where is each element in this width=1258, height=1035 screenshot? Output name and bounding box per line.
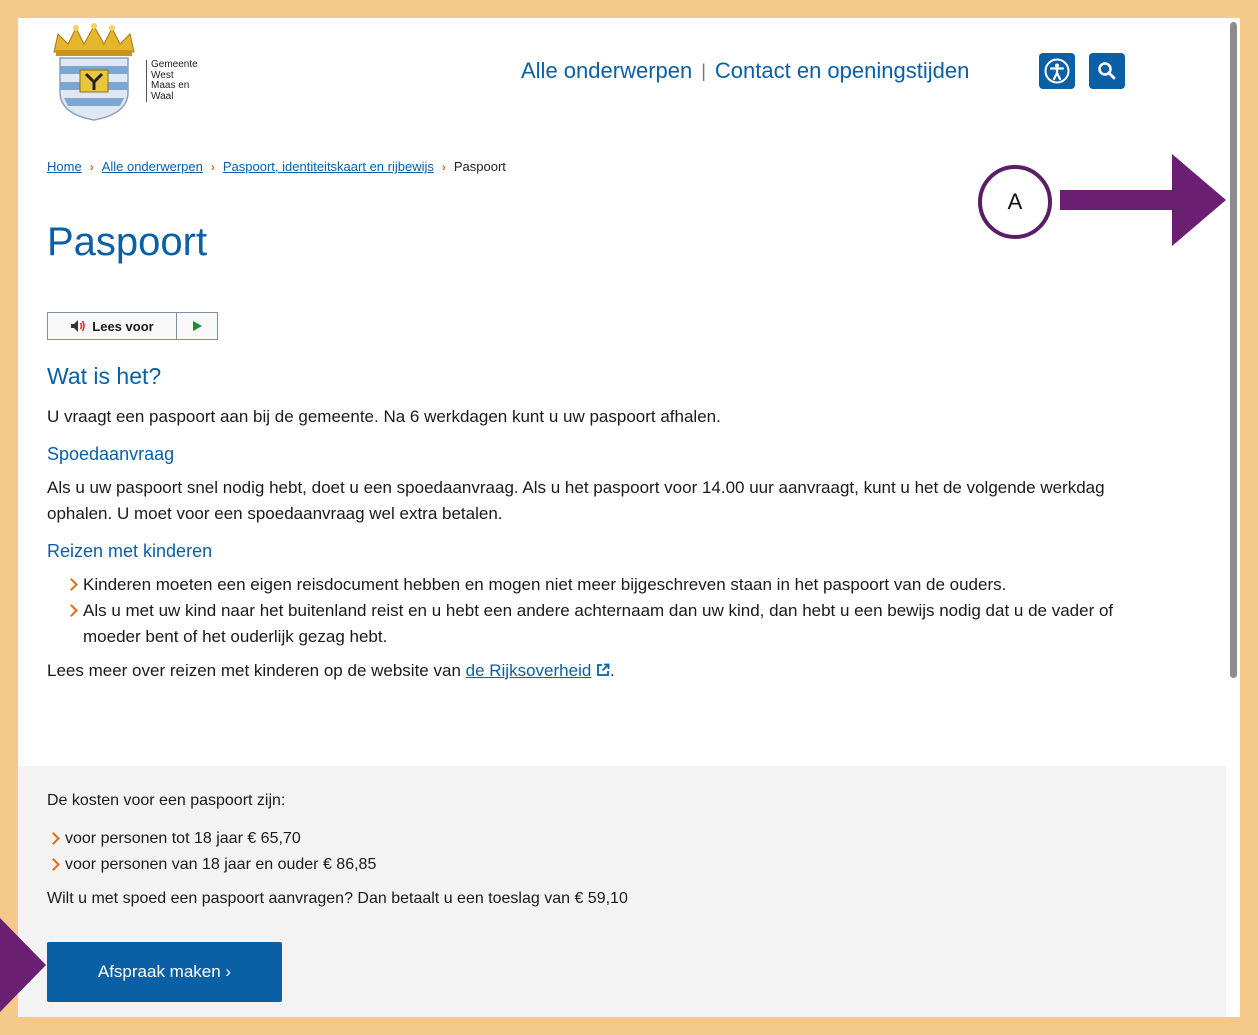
make-appointment-button[interactable]: Afspraak maken ›: [47, 942, 282, 1002]
list-item: voor personen van 18 jaar en ouder € 86,…: [47, 852, 1147, 878]
search-button[interactable]: [1089, 53, 1125, 89]
play-icon: [193, 321, 202, 331]
read-aloud-label: Lees voor: [92, 318, 154, 334]
children-list: Kinderen moeten een eigen reisdocument h…: [47, 572, 1147, 650]
chevron-right-icon: ›: [89, 159, 94, 174]
annotation-arrow-right-icon: [1060, 154, 1226, 246]
list-item: Als u met uw kind naar het buitenland re…: [47, 598, 1147, 650]
accessibility-button[interactable]: [1039, 53, 1075, 89]
chevron-right-icon: ›: [441, 159, 446, 174]
breadcrumb-all-topics[interactable]: Alle onderwerpen: [102, 159, 203, 174]
nav-separator: |: [701, 60, 706, 81]
nav-link-contact[interactable]: Contact en openingstijden: [715, 58, 969, 84]
breadcrumb: Home › Alle onderwerpen › Paspoort, iden…: [47, 159, 506, 174]
list-item: Kinderen moeten een eigen reisdocument h…: [47, 572, 1147, 598]
browser-viewport: Gemeente West Maas en Waal Alle onderwer…: [18, 18, 1240, 1017]
section-heading-children: Reizen met kinderen: [47, 541, 213, 561]
read-more-paragraph: Lees meer over reizen met kinderen op de…: [47, 658, 1147, 684]
breadcrumb-home[interactable]: Home: [47, 159, 82, 174]
play-button[interactable]: [177, 313, 217, 339]
site-logo[interactable]: Gemeente West Maas en Waal: [48, 22, 198, 122]
costs-intro: De kosten voor een paspoort zijn:: [47, 792, 286, 809]
section-text-urgent: Als u uw paspoort snel nodig hebt, doet …: [47, 478, 1105, 523]
section-text-what: U vraagt een paspoort aan bij de gemeent…: [47, 407, 721, 426]
breadcrumb-current: Paspoort: [453, 159, 506, 174]
rijksoverheid-link[interactable]: de Rijksoverheid: [466, 661, 592, 680]
speaker-icon: [71, 320, 86, 332]
annotation-letter: A: [1007, 189, 1023, 214]
municipality-line: Gemeente: [151, 59, 198, 70]
list-item: voor personen tot 18 jaar € 65,70: [47, 826, 1147, 852]
municipality-name: Gemeente West Maas en Waal: [146, 59, 198, 102]
annotation-arrow-partial-icon: [0, 918, 46, 1012]
coat-of-arms-logo: [53, 23, 135, 121]
read-aloud-button[interactable]: Lees voor: [48, 313, 177, 339]
external-link-icon: [597, 663, 610, 676]
nav-link-all-topics[interactable]: Alle onderwerpen: [521, 58, 692, 84]
search-icon: [1098, 62, 1116, 80]
page-title: Paspoort: [47, 220, 208, 264]
breadcrumb-documents[interactable]: Paspoort, identiteitskaart en rijbewijs: [223, 159, 434, 174]
section-heading-urgent: Spoedaanvraag: [47, 444, 175, 464]
municipality-line: Maas en: [151, 80, 190, 91]
main-content: Wat is het? U vraagt een paspoort aan bi…: [47, 363, 1147, 698]
annotation-label: A: [978, 165, 1052, 239]
top-navigation: Alle onderwerpen | Contact en openingsti…: [521, 58, 969, 84]
read-more-suffix: .: [610, 661, 615, 680]
accessibility-icon: [1044, 58, 1070, 84]
costs-list: voor personen tot 18 jaar € 65,70 voor p…: [47, 826, 1147, 878]
scrollbar-thumb[interactable]: [1230, 22, 1237, 678]
readspeaker-widget: Lees voor: [47, 312, 218, 340]
section-heading-what: Wat is het?: [47, 363, 162, 389]
scrollbar[interactable]: [1226, 18, 1240, 1017]
chevron-right-icon: ›: [210, 159, 215, 174]
read-more-text: Lees meer over reizen met kinderen op de…: [47, 661, 466, 680]
municipality-line: Waal: [151, 90, 174, 102]
costs-spoed-note: Wilt u met spoed een paspoort aanvragen?…: [47, 890, 628, 907]
costs-content: De kosten voor een paspoort zijn: voor p…: [47, 788, 1147, 924]
